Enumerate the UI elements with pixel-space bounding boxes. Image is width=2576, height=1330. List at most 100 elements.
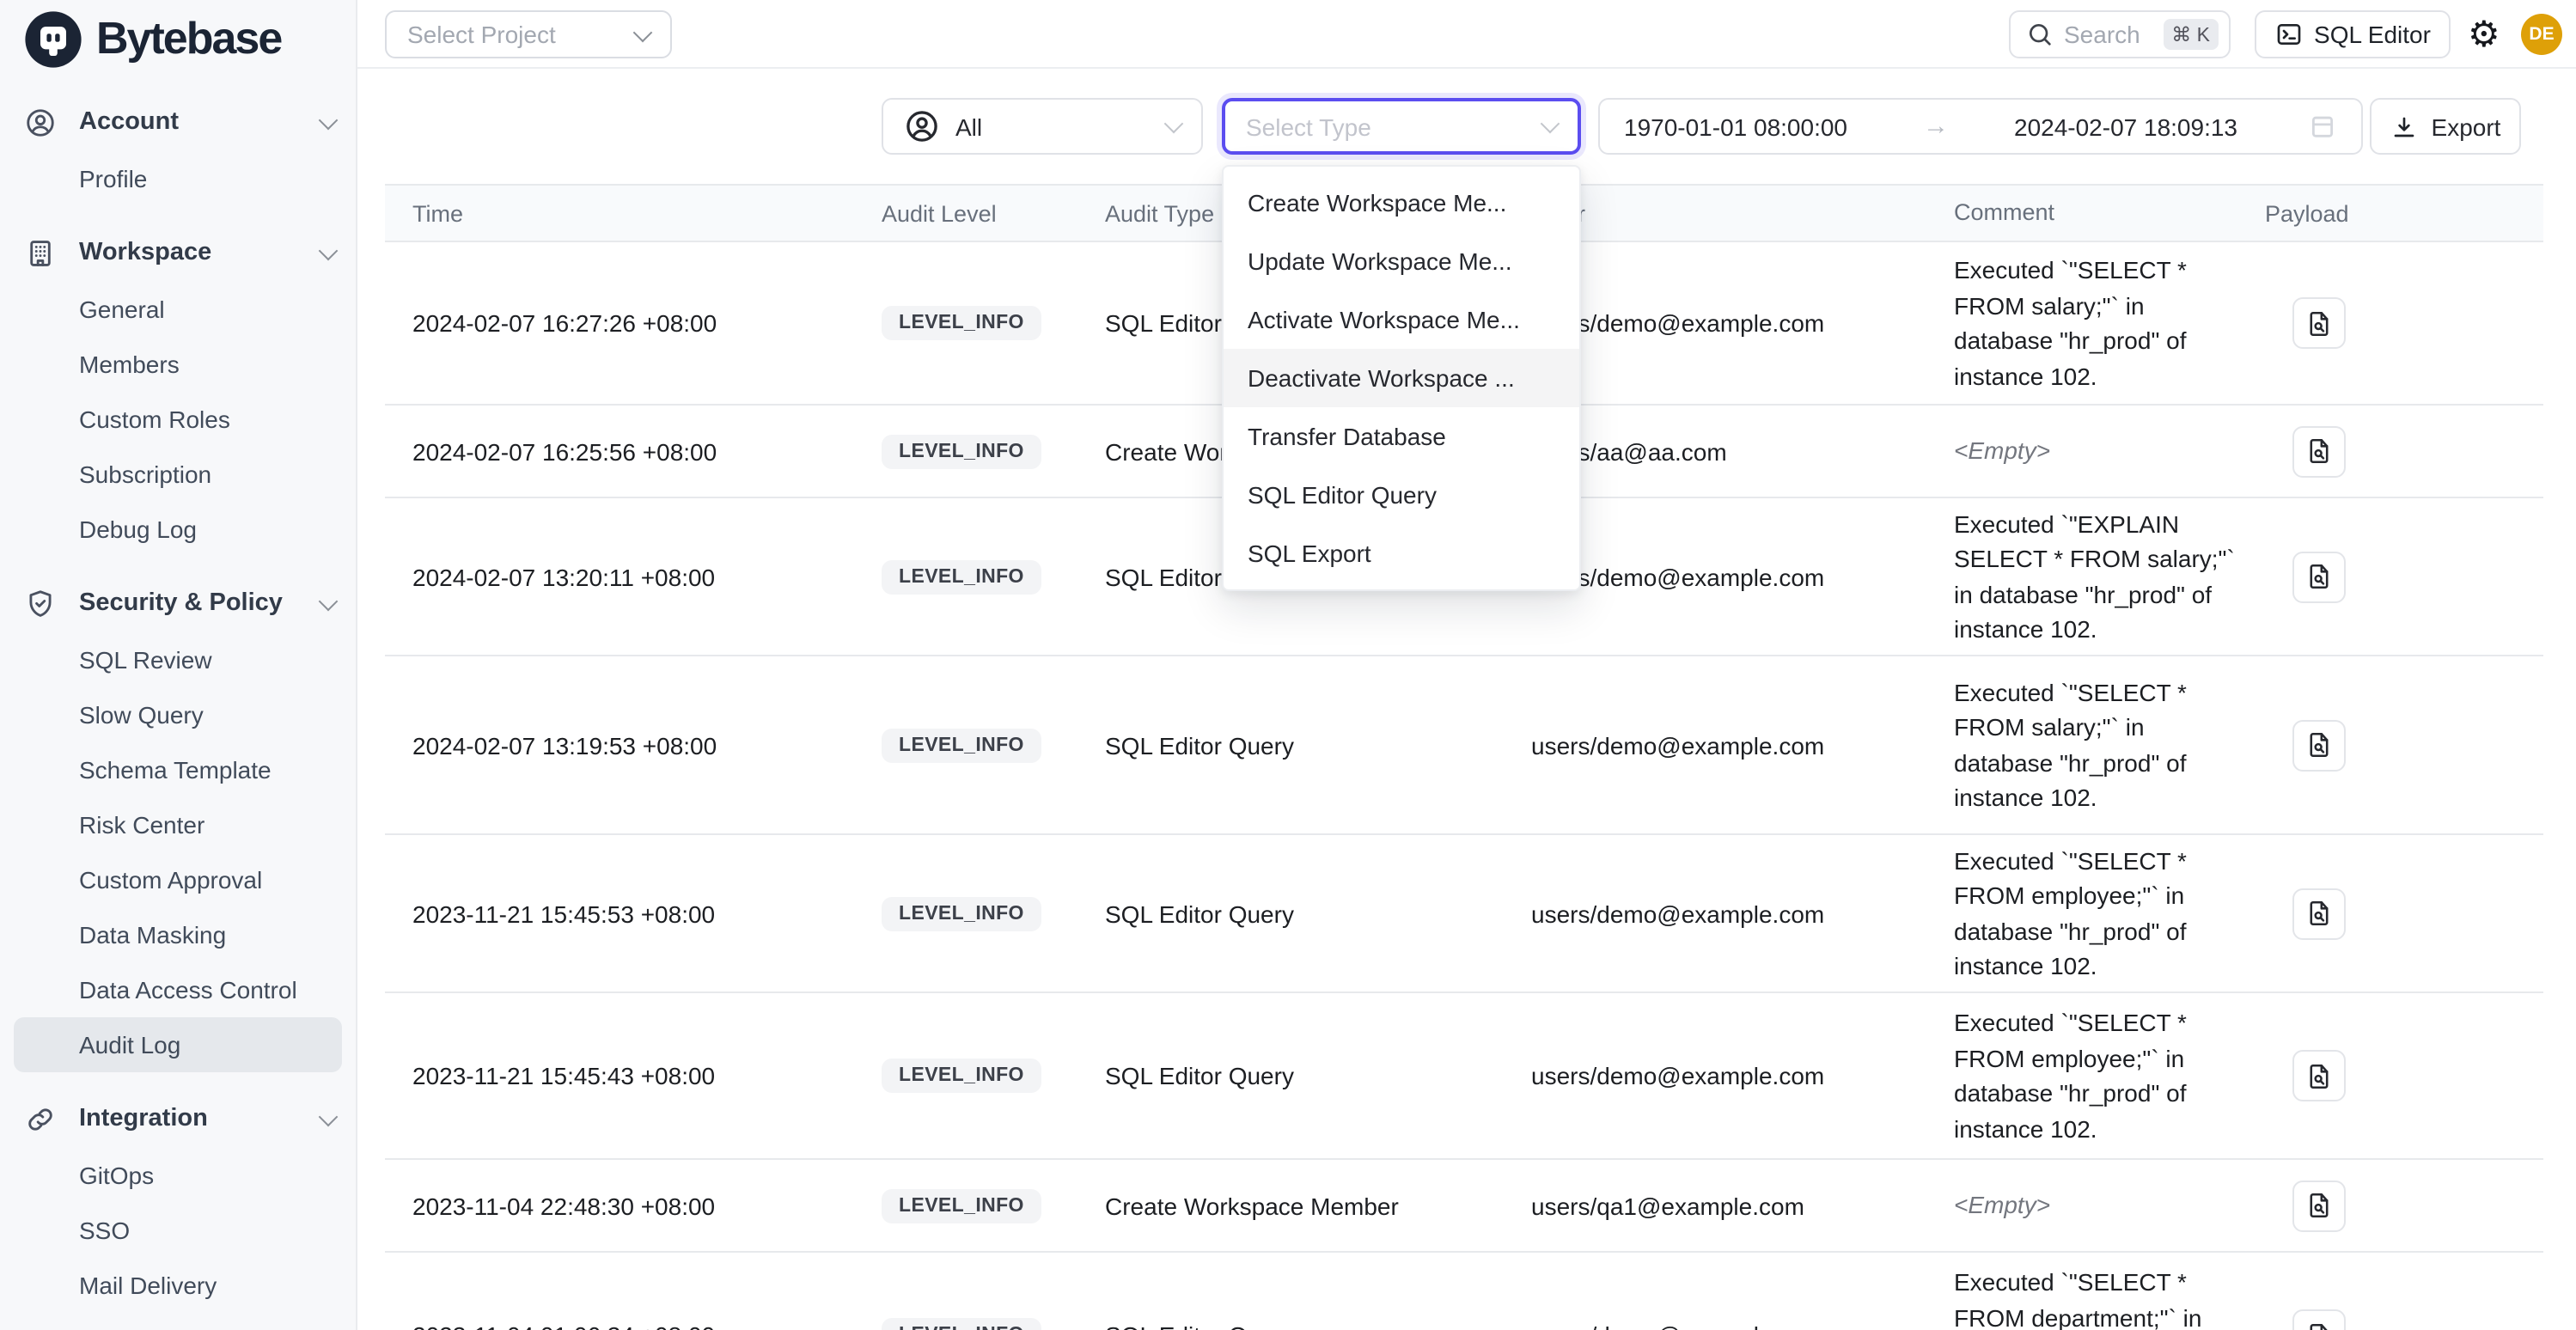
sidebar-item-general[interactable]: General [0,282,356,337]
chevron-down-icon [319,241,339,260]
cell-actor: users/demo@example.com [1531,900,1954,927]
cell-payload [2265,1309,2543,1330]
sidebar-item-sso[interactable]: SSO [0,1203,356,1258]
type-filter-placeholder: Select Type [1246,113,1543,140]
cell-comment: Executed `"SELECT * FROM salary;"` in da… [1954,253,2265,394]
sidebar-item-custom-approval[interactable]: Custom Approval [0,852,356,907]
view-payload-button[interactable] [2292,1050,2346,1101]
audit-log-page: Bytebase Account Profile Workspace Gener… [0,0,2576,1330]
chevron-down-icon [319,110,339,130]
cell-payload [2265,719,2543,771]
dropdown-item-deactivate-workspace-member[interactable]: Deactivate Workspace ... [1224,349,1579,407]
cell-time: 2023-11-21 15:45:53 +08:00 [385,900,882,927]
level-badge: LEVEL_INFO [882,1188,1041,1223]
sidebar-item-data-masking[interactable]: Data Masking [0,907,356,962]
sidebar-item-risk-center[interactable]: Risk Center [0,797,356,852]
sidebar-nav: Account Profile Workspace General Member… [0,72,356,1330]
sql-editor-button[interactable]: SQL Editor [2255,10,2451,58]
sidebar-item-members[interactable]: Members [0,337,356,392]
sidebar-item-debug-log[interactable]: Debug Log [0,502,356,557]
cell-audit-level: LEVEL_INFO [882,434,1105,468]
export-button[interactable]: Export [2370,98,2521,155]
dropdown-item-sql-export[interactable]: SQL Export [1224,524,1579,583]
search-input[interactable]: Search ⌘ K [2009,10,2231,58]
cell-comment: Executed `"SELECT * FROM employee;"` in … [1954,843,2265,984]
view-payload-button[interactable] [2292,551,2346,602]
cell-audit-type: SQL Editor Query [1105,1321,1531,1330]
brand[interactable]: Bytebase [0,0,356,72]
table-row: 2023-11-04 01:06:34 +08:00 LEVEL_INFO SQ… [385,1253,2543,1330]
arrow-right-icon: → [1923,112,1949,141]
sidebar-item-schema-template[interactable]: Schema Template [0,742,356,797]
view-payload-button[interactable] [2292,888,2346,939]
sidebar-item-slow-query[interactable]: Slow Query [0,687,356,742]
date-range-picker[interactable]: 1970-01-01 08:00:00 → 2024-02-07 18:09:1… [1598,98,2363,155]
view-payload-button[interactable] [2292,1309,2346,1330]
date-from-value: 1970-01-01 08:00:00 [1624,113,1847,140]
type-filter-select[interactable]: Select Type [1222,98,1581,155]
main-content: Select Project Search ⌘ K SQL Editor ⚙ D… [357,0,2576,1330]
cell-payload [2265,1180,2543,1231]
sidebar-item-gitops[interactable]: GitOps [0,1148,356,1203]
sidebar-section-workspace[interactable]: Workspace [0,223,356,282]
actor-filter-value: All [955,113,1151,140]
cell-actor: users/demo@example.com [1531,1321,1954,1330]
cell-comment-empty: <Empty> [1954,434,2265,469]
terminal-icon [2274,21,2302,48]
level-badge: LEVEL_INFO [882,306,1041,340]
dropdown-item-sql-editor-query[interactable]: SQL Editor Query [1224,466,1579,524]
cell-audit-level: LEVEL_INFO [882,1318,1105,1330]
topbar: Select Project Search ⌘ K SQL Editor ⚙ D… [357,0,2576,69]
column-header-comment: Comment [1954,196,2265,231]
sidebar-item-mail-delivery[interactable]: Mail Delivery [0,1258,356,1313]
cell-comment: Executed `"SELECT * FROM department;"` i… [1954,1265,2265,1330]
project-select[interactable]: Select Project [385,10,672,58]
sidebar-item-profile[interactable]: Profile [0,151,356,206]
cell-audit-level: LEVEL_INFO [882,1188,1105,1223]
sidebar-item-data-access-control[interactable]: Data Access Control [0,962,356,1017]
cell-actor: users/demo@example.com [1531,1062,1954,1089]
chevron-down-icon [1541,114,1560,134]
cell-audit-type: Create Workspace Member [1105,1192,1531,1219]
cell-actor: users/qa1@example.com [1531,1192,1954,1219]
cell-audit-level: LEVEL_INFO [882,306,1105,340]
gear-icon[interactable]: ⚙ [2468,14,2500,55]
cell-comment: Executed `"SELECT * FROM employee;"` in … [1954,1005,2265,1146]
type-filter-dropdown: Create Workspace Me... Update Workspace … [1222,165,1581,591]
view-payload-button[interactable] [2292,297,2346,349]
section-label: Workspace [79,239,321,266]
sidebar-item-subscription[interactable]: Subscription [0,447,356,502]
chevron-down-icon [319,1107,339,1126]
view-payload-button[interactable] [2292,719,2346,771]
dropdown-item-update-workspace-member[interactable]: Update Workspace Me... [1224,232,1579,290]
cell-comment: Executed `"SELECT * FROM salary;"` in da… [1954,674,2265,815]
cell-time: 2023-11-04 22:48:30 +08:00 [385,1192,882,1219]
view-payload-button[interactable] [2292,425,2346,477]
cell-time: 2024-02-07 16:25:56 +08:00 [385,437,882,465]
column-header-actor: Actor [1531,200,1954,226]
sidebar-item-custom-roles[interactable]: Custom Roles [0,392,356,447]
cell-audit-level: LEVEL_INFO [882,1059,1105,1093]
search-icon [2026,21,2054,48]
actor-filter-select[interactable]: All [882,98,1203,155]
dropdown-item-create-workspace-member[interactable]: Create Workspace Me... [1224,174,1579,232]
sidebar-section-security-policy[interactable]: Security & Policy [0,574,356,632]
dropdown-item-transfer-database[interactable]: Transfer Database [1224,407,1579,466]
sidebar-section-account[interactable]: Account [0,93,356,151]
sidebar-item-sql-review[interactable]: SQL Review [0,632,356,687]
view-payload-button[interactable] [2292,1180,2346,1231]
cell-audit-level: LEVEL_INFO [882,728,1105,762]
column-header-time: Time [385,200,882,226]
user-circle-icon [24,106,57,138]
dropdown-item-activate-workspace-member[interactable]: Activate Workspace Me... [1224,290,1579,349]
avatar[interactable]: DE [2521,14,2562,55]
table-row: 2023-11-21 15:45:43 +08:00 LEVEL_INFO SQ… [385,993,2543,1160]
sidebar-item-audit-log[interactable]: Audit Log [14,1017,342,1072]
sidebar: Bytebase Account Profile Workspace Gener… [0,0,357,1330]
user-circle-icon [904,108,940,144]
sidebar-section-integration[interactable]: Integration [0,1089,356,1148]
cell-audit-type: SQL Editor Query [1105,731,1531,759]
level-badge: LEVEL_INFO [882,434,1041,468]
cell-payload [2265,888,2543,939]
column-header-payload: Payload [2265,200,2543,226]
